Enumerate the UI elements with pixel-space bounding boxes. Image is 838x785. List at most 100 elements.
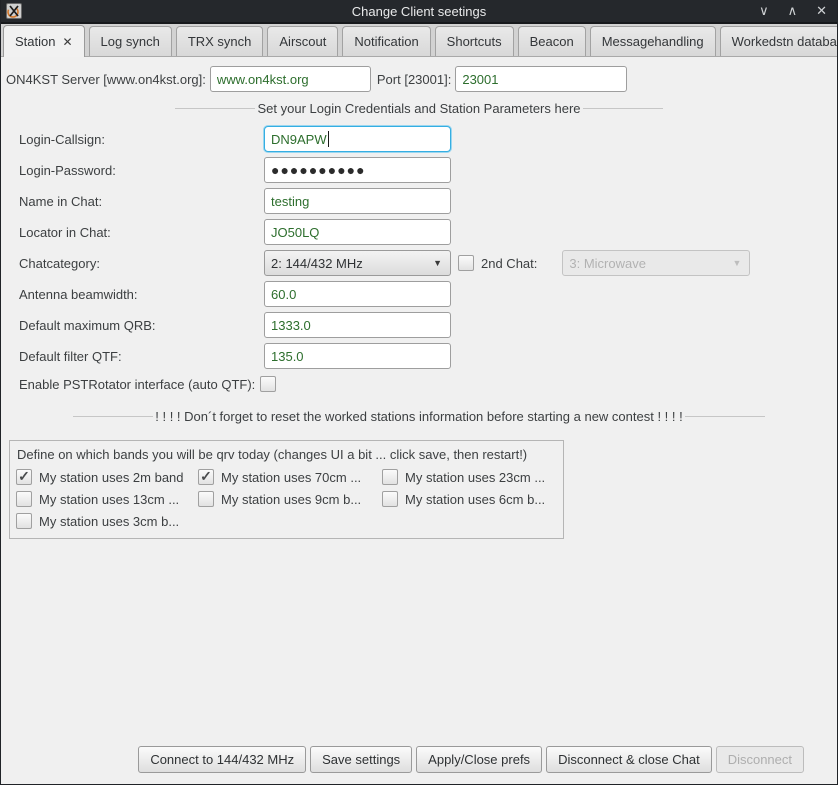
tab-bar: Station ✕ Log synch TRX synch Airscout N… xyxy=(1,22,837,57)
bands-grid: ✓ My station uses 2m band ✓ My station u… xyxy=(16,469,557,529)
tab-label: Airscout xyxy=(279,34,326,49)
separator-line xyxy=(175,108,255,109)
band-70cm-checkbox[interactable]: ✓ xyxy=(198,469,214,485)
tab-label: TRX synch xyxy=(188,34,252,49)
form-row-password: Login-Password: xyxy=(19,157,837,183)
band-3cm-checkbox[interactable] xyxy=(16,513,32,529)
tab-label: Messagehandling xyxy=(602,34,704,49)
band-70cm-checkbox-row[interactable]: ✓ My station uses 70cm ... xyxy=(198,469,382,485)
tab-messagehandling[interactable]: Messagehandling xyxy=(590,26,716,56)
locator-input[interactable] xyxy=(264,219,451,245)
login-password-input[interactable] xyxy=(264,157,451,183)
pstrotator-label: Enable PSTRotator interface (auto QTF): xyxy=(19,377,255,392)
form-row-pstrotator: Enable PSTRotator interface (auto QTF): xyxy=(19,374,837,394)
port-label: Port [23001]: xyxy=(377,72,451,87)
save-settings-button[interactable]: Save settings xyxy=(310,746,412,773)
tab-airscout[interactable]: Airscout xyxy=(267,26,338,56)
band-2m-checkbox-row[interactable]: ✓ My station uses 2m band xyxy=(16,469,198,485)
footer-button-bar: Connect to 144/432 MHz Save settings App… xyxy=(138,746,804,773)
second-chat-value: 3: Microwave xyxy=(569,256,646,271)
station-form: Login-Callsign: Login-Password: Name in … xyxy=(1,126,837,394)
tab-station-label: Station xyxy=(15,34,55,49)
chat-name-input[interactable] xyxy=(264,188,451,214)
beamwidth-label: Antenna beamwidth: xyxy=(19,287,264,302)
port-input[interactable] xyxy=(455,66,627,92)
beamwidth-input[interactable] xyxy=(264,281,451,307)
chevron-down-icon: ▼ xyxy=(433,258,444,268)
chevron-down-icon: ▼ xyxy=(732,258,743,268)
credentials-separator-text: Set your Login Credentials and Station P… xyxy=(255,101,582,116)
tab-trx-synch[interactable]: TRX synch xyxy=(176,26,264,56)
contest-separator: ! ! ! ! Don´t forget to reset the worked… xyxy=(1,407,837,425)
pstrotator-checkbox[interactable] xyxy=(260,376,276,392)
band-23cm-checkbox-row[interactable]: My station uses 23cm ... xyxy=(382,469,562,485)
filter-qtf-label: Default filter QTF: xyxy=(19,349,264,364)
max-qrb-input[interactable] xyxy=(264,312,451,338)
tab-label: Shortcuts xyxy=(447,34,502,49)
bands-group-title: Define on which bands you will be qrv to… xyxy=(17,447,557,462)
tab-shortcuts[interactable]: Shortcuts xyxy=(435,26,514,56)
disconnect-close-chat-button[interactable]: Disconnect & close Chat xyxy=(546,746,712,773)
credentials-separator: Set your Login Credentials and Station P… xyxy=(1,99,837,117)
band-70cm-label: My station uses 70cm ... xyxy=(221,470,361,485)
tab-beacon[interactable]: Beacon xyxy=(518,26,586,56)
form-row-chatcategory: Chatcategory: 2: 144/432 MHz ▼ 2nd Chat:… xyxy=(19,250,837,276)
band-6cm-label: My station uses 6cm b... xyxy=(405,492,545,507)
tab-log-synch[interactable]: Log synch xyxy=(89,26,172,56)
settings-window: Change Client seetings ∨ ∧ ✕ Station ✕ L… xyxy=(0,0,838,785)
band-9cm-checkbox-row[interactable]: My station uses 9cm b... xyxy=(198,491,382,507)
contest-separator-text: ! ! ! ! Don´t forget to reset the worked… xyxy=(153,409,684,424)
checkmark-icon: ✓ xyxy=(18,469,30,483)
station-tab-content: ON4KST Server [www.on4kst.org]: Port [23… xyxy=(1,66,837,785)
band-13cm-checkbox[interactable] xyxy=(16,491,32,507)
filter-qtf-input[interactable] xyxy=(264,343,451,369)
login-callsign-input[interactable] xyxy=(264,126,451,152)
app-icon xyxy=(6,3,22,19)
apply-close-prefs-button[interactable]: Apply/Close prefs xyxy=(416,746,542,773)
window-title: Change Client seetings xyxy=(352,4,486,19)
band-9cm-label: My station uses 9cm b... xyxy=(221,492,361,507)
separator-line xyxy=(685,416,765,417)
locator-label: Locator in Chat: xyxy=(19,225,264,240)
form-row-beamwidth: Antenna beamwidth: xyxy=(19,281,837,307)
max-qrb-label: Default maximum QRB: xyxy=(19,318,264,333)
minimize-icon[interactable]: ∨ xyxy=(759,0,769,22)
band-3cm-label: My station uses 3cm b... xyxy=(39,514,179,529)
checkmark-icon: ✓ xyxy=(200,469,212,483)
tab-label: Log synch xyxy=(101,34,160,49)
second-chat-dropdown: 3: Microwave ▼ xyxy=(562,250,750,276)
tab-close-icon[interactable]: ✕ xyxy=(62,35,72,49)
second-chat-label: 2nd Chat: xyxy=(481,256,537,271)
login-callsign-label: Login-Callsign: xyxy=(19,132,264,147)
second-chat-checkbox[interactable] xyxy=(458,255,474,271)
text-caret xyxy=(328,131,329,147)
tab-label: Workedstn database xyxy=(732,34,838,49)
maximize-icon[interactable]: ∧ xyxy=(788,0,798,22)
band-6cm-checkbox[interactable] xyxy=(382,491,398,507)
band-13cm-checkbox-row[interactable]: My station uses 13cm ... xyxy=(16,491,198,507)
tab-notification[interactable]: Notification xyxy=(342,26,430,56)
band-3cm-checkbox-row[interactable]: My station uses 3cm b... xyxy=(16,513,198,529)
form-row-max-qrb: Default maximum QRB: xyxy=(19,312,837,338)
tab-station[interactable]: Station ✕ xyxy=(3,25,85,57)
close-icon[interactable]: ✕ xyxy=(816,0,827,22)
chatcategory-label: Chatcategory: xyxy=(19,256,264,271)
chat-name-label: Name in Chat: xyxy=(19,194,264,209)
tab-label: Beacon xyxy=(530,34,574,49)
titlebar: Change Client seetings ∨ ∧ ✕ xyxy=(1,0,837,22)
form-row-filter-qtf: Default filter QTF: xyxy=(19,343,837,369)
server-row: ON4KST Server [www.on4kst.org]: Port [23… xyxy=(6,66,837,92)
form-row-locator: Locator in Chat: xyxy=(19,219,837,245)
band-9cm-checkbox[interactable] xyxy=(198,491,214,507)
chatcategory-dropdown[interactable]: 2: 144/432 MHz ▼ xyxy=(264,250,451,276)
disconnect-button: Disconnect xyxy=(716,746,804,773)
connect-button[interactable]: Connect to 144/432 MHz xyxy=(138,746,306,773)
tab-workedstn-database[interactable]: Workedstn database xyxy=(720,26,838,56)
band-2m-checkbox[interactable]: ✓ xyxy=(16,469,32,485)
band-13cm-label: My station uses 13cm ... xyxy=(39,492,179,507)
band-6cm-checkbox-row[interactable]: My station uses 6cm b... xyxy=(382,491,562,507)
band-23cm-checkbox[interactable] xyxy=(382,469,398,485)
server-input[interactable] xyxy=(210,66,371,92)
form-row-chat-name: Name in Chat: xyxy=(19,188,837,214)
separator-line xyxy=(73,416,153,417)
